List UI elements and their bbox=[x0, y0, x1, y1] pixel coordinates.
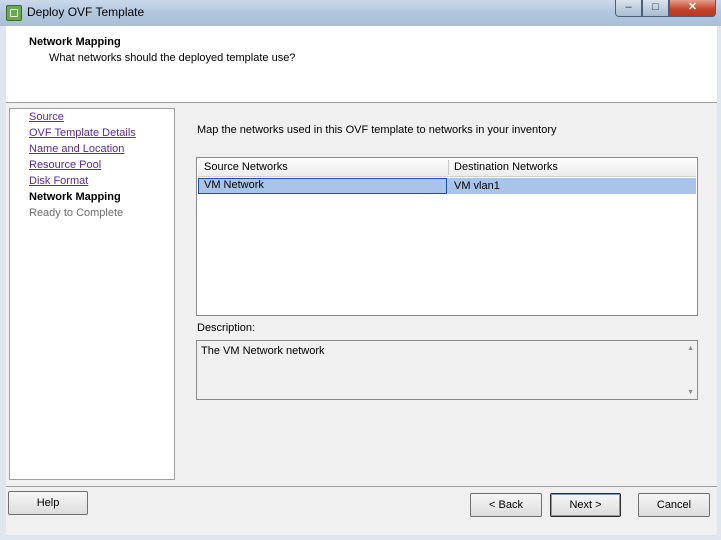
scroll-down-arrow-icon[interactable]: ▼ bbox=[687, 389, 694, 396]
step-name-and-location[interactable]: Name and Location bbox=[29, 143, 124, 155]
network-mapping-table[interactable]: Source Networks Destination Networks VM … bbox=[196, 157, 698, 316]
step-ovf-template-details[interactable]: OVF Template Details bbox=[29, 127, 136, 139]
description-box[interactable]: The VM Network network ▲ ▼ bbox=[196, 340, 698, 400]
minimize-button[interactable]: – bbox=[615, 0, 642, 17]
destination-network-cell[interactable]: VM vlan1 bbox=[454, 179, 500, 193]
back-button[interactable]: < Back bbox=[470, 493, 542, 517]
instruction-text: Map the networks used in this OVF templa… bbox=[197, 124, 557, 136]
source-network-cell[interactable]: VM Network bbox=[198, 178, 447, 194]
step-ready-to-complete: Ready to Complete bbox=[29, 207, 124, 219]
vsphere-app-icon bbox=[6, 5, 22, 21]
step-network-mapping: Network Mapping bbox=[29, 191, 121, 203]
wizard-steps-panel: Source OVF Template Details Name and Loc… bbox=[9, 108, 175, 480]
footer-divider bbox=[6, 486, 717, 487]
description-text: The VM Network network bbox=[201, 345, 325, 357]
wizard-header: Network Mapping What networks should the… bbox=[6, 26, 717, 103]
maximize-button[interactable]: □ bbox=[642, 0, 669, 17]
column-divider[interactable] bbox=[448, 160, 449, 175]
column-header-destination[interactable]: Destination Networks bbox=[454, 161, 558, 173]
cancel-button[interactable]: Cancel bbox=[638, 493, 710, 517]
page-title: Network Mapping bbox=[29, 36, 121, 48]
description-label: Description: bbox=[197, 322, 256, 334]
page-subtitle: What networks should the deployed templa… bbox=[49, 52, 296, 64]
close-button[interactable]: ✕ bbox=[669, 0, 716, 17]
window-title: Deploy OVF Template bbox=[27, 5, 145, 19]
scroll-up-arrow-icon[interactable]: ▲ bbox=[687, 345, 694, 352]
step-source[interactable]: Source bbox=[29, 111, 64, 123]
step-disk-format[interactable]: Disk Format bbox=[29, 175, 88, 187]
title-bar: Deploy OVF Template – □ ✕ bbox=[0, 0, 721, 26]
next-button[interactable]: Next > bbox=[550, 493, 621, 517]
help-button[interactable]: Help bbox=[8, 491, 88, 515]
table-header: Source Networks Destination Networks bbox=[198, 159, 696, 177]
step-resource-pool[interactable]: Resource Pool bbox=[29, 159, 101, 171]
table-row[interactable]: VM Network VM vlan1 bbox=[198, 178, 696, 194]
column-header-source[interactable]: Source Networks bbox=[204, 161, 288, 173]
wizard-body: Network Mapping What networks should the… bbox=[6, 26, 717, 535]
